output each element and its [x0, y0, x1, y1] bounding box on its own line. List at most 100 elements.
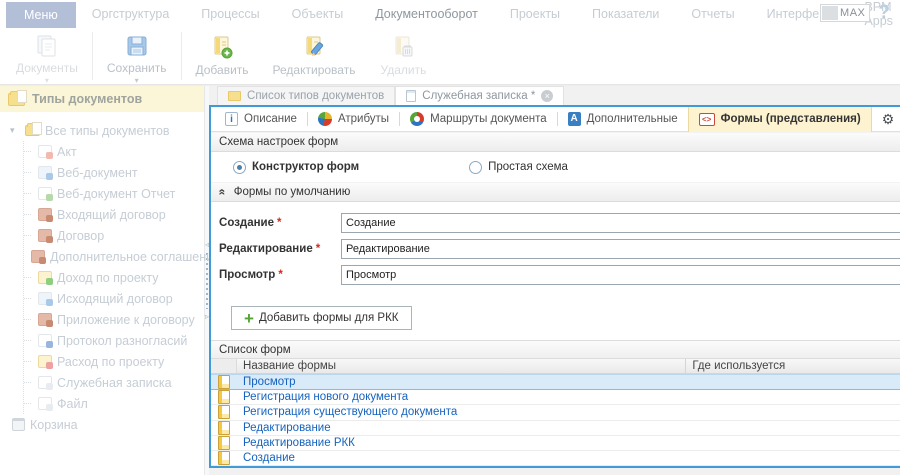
forms-code-icon: <> [699, 113, 715, 126]
field-edit: Редактирование* Редактирование ▾ ✎ + [219, 236, 900, 262]
memo-settings-panel: iОписание Атрибуты Маршруты документа AД… [209, 105, 900, 468]
forms-list-section-header: Список форм [211, 340, 900, 359]
view-form-combobox[interactable]: Просмотр ▾ [341, 265, 900, 285]
inner-tab-bar: iОписание Атрибуты Маршруты документа AД… [211, 107, 900, 132]
chevron-down-icon[interactable]: ▾ [45, 76, 49, 85]
add-document-icon [209, 33, 235, 61]
form-icon [218, 390, 230, 404]
forms-table: Название формы Где используется Просмотр… [211, 359, 900, 466]
tree-item-addendum[interactable]: Дополнительное соглашение [24, 246, 204, 267]
toolbar: Документы ▾ Сохранить ▾ Добавить Редакти… [0, 28, 900, 85]
sidebar: Типы документов ▾ Все типы документов Ак… [0, 86, 205, 475]
tab-memo[interactable]: Служебная записка * × [395, 86, 564, 105]
required-mark: * [278, 269, 282, 281]
table-row-view[interactable]: Просмотр [211, 374, 900, 390]
tree-item-web-report[interactable]: Веб-документ Отчет [24, 183, 204, 204]
menu-item-indicators[interactable]: Показатели [576, 0, 675, 28]
column-header-used-in[interactable]: Где используется [686, 359, 900, 373]
table-row-create[interactable]: Создание [211, 451, 900, 466]
tree-item-project-income[interactable]: Доход по проекту [24, 267, 204, 288]
form-scheme-section-header: Схема настроек форм [211, 132, 900, 152]
trash-icon [12, 418, 25, 431]
form-scheme-options: Конструктор форм Простая схема [211, 152, 900, 182]
delete-button[interactable]: Удалить [367, 28, 439, 84]
edit-document-icon [301, 33, 327, 61]
plus-icon: + [244, 310, 254, 327]
form-icon [218, 375, 230, 389]
add-rkk-forms-button[interactable]: + Добавить формы для РКК [231, 306, 412, 330]
tab-attributes[interactable]: Атрибуты [308, 107, 399, 132]
radio-simple-scheme[interactable]: Простая схема [469, 161, 568, 174]
menu-item-reports[interactable]: Отчеты [675, 0, 750, 28]
tree-item-project-expense[interactable]: Расход по проекту [24, 351, 204, 372]
menu-item-projects[interactable]: Проекты [494, 0, 576, 28]
document-icon [406, 90, 416, 102]
table-row-edit[interactable]: Редактирование [211, 421, 900, 436]
edit-button[interactable]: Редактировать [261, 28, 368, 84]
forms-table-header: Название формы Где используется [211, 359, 900, 374]
form-icon [218, 421, 230, 435]
form-icon [218, 436, 230, 450]
menu-item-document-flow[interactable]: Документооборот [359, 0, 494, 28]
save-button[interactable]: Сохранить ▾ [95, 28, 179, 84]
tab-additional[interactable]: AДополнительные [558, 107, 688, 132]
tree-item-protocol[interactable]: Протокол разногласий [24, 330, 204, 351]
tab-description[interactable]: iОписание [215, 107, 307, 132]
add-button[interactable]: Добавить [184, 28, 261, 84]
help-icon[interactable]: ? [878, 3, 890, 23]
menu-item-objects[interactable]: Объекты [276, 0, 360, 28]
file-icon [38, 397, 52, 410]
field-view: Просмотр* Просмотр ▾ ✎ + [219, 262, 900, 288]
expander-icon[interactable]: ▾ [10, 125, 20, 136]
project-income-icon [38, 271, 52, 284]
max-toggle-label: MAX [839, 7, 869, 19]
top-menu-bar: Меню Оргструктура Процессы Объекты Докум… [0, 0, 900, 28]
addendum-icon [31, 250, 45, 263]
radio-icon [469, 161, 482, 174]
required-mark: * [277, 217, 281, 229]
tree-item-contract-attachment[interactable]: Приложение к договору [24, 309, 204, 330]
tree-item-contract[interactable]: Договор [24, 225, 204, 246]
tree-item-memo[interactable]: Служебная записка [24, 372, 204, 393]
max-toggle[interactable]: MAX [820, 4, 870, 22]
column-header-form-name[interactable]: Название формы [237, 359, 686, 373]
menu-button[interactable]: Меню [6, 2, 76, 28]
close-icon[interactable]: × [541, 90, 553, 102]
form-icon [218, 405, 230, 419]
menu-item-processes[interactable]: Процессы [185, 0, 275, 28]
table-row-register-new[interactable]: Регистрация нового документа [211, 390, 900, 405]
collapse-icon[interactable]: « [215, 189, 229, 196]
tree-root-all-document-types[interactable]: ▾ Все типы документов [10, 120, 204, 141]
tree-item-outgoing-contract[interactable]: Исходящий договор [24, 288, 204, 309]
radio-form-builder[interactable]: Конструктор форм [233, 161, 359, 174]
tree-item-web-document[interactable]: Веб-документ [24, 162, 204, 183]
default-forms-section-header: « Формы по умолчанию [211, 182, 900, 202]
sidebar-header: Типы документов [0, 86, 204, 112]
tab-scenarios[interactable]: ⚙Сценарии [872, 107, 900, 132]
menu-item-orgstructure[interactable]: Оргструктура [76, 0, 185, 28]
contract-attachment-icon [38, 313, 52, 326]
save-icon [124, 33, 150, 59]
create-form-combobox[interactable]: Создание ▾ [341, 213, 900, 233]
protocol-icon [38, 334, 52, 347]
tree-item-trash[interactable]: Корзина [12, 414, 204, 435]
required-mark: * [316, 243, 320, 255]
tree-item-act[interactable]: Акт [24, 141, 204, 162]
documents-button[interactable]: Документы ▾ [4, 28, 90, 84]
contract-icon [38, 229, 52, 242]
tree-item-incoming-contract[interactable]: Входящий договор [24, 204, 204, 225]
table-row-edit-rkk[interactable]: Редактирование РКК [211, 436, 900, 451]
chevron-down-icon[interactable]: ▾ [135, 76, 139, 85]
sidebar-title: Типы документов [32, 92, 142, 106]
tree-item-file[interactable]: Файл [24, 393, 204, 414]
act-document-icon [38, 145, 52, 158]
web-document-icon [38, 166, 52, 179]
tab-document-types-list[interactable]: Список типов документов [217, 86, 395, 105]
field-create: Создание* Создание ▾ ✎ + [219, 210, 900, 236]
tab-document-routes[interactable]: Маршруты документа [400, 107, 557, 132]
edit-form-combobox[interactable]: Редактирование ▾ [341, 239, 900, 259]
main-area: Список типов документов Служебная записк… [209, 86, 900, 475]
tab-forms-views[interactable]: <>Формы (представления) [688, 107, 872, 132]
project-expense-icon [38, 355, 52, 368]
table-row-register-existing[interactable]: Регистрация существующего документа [211, 405, 900, 420]
